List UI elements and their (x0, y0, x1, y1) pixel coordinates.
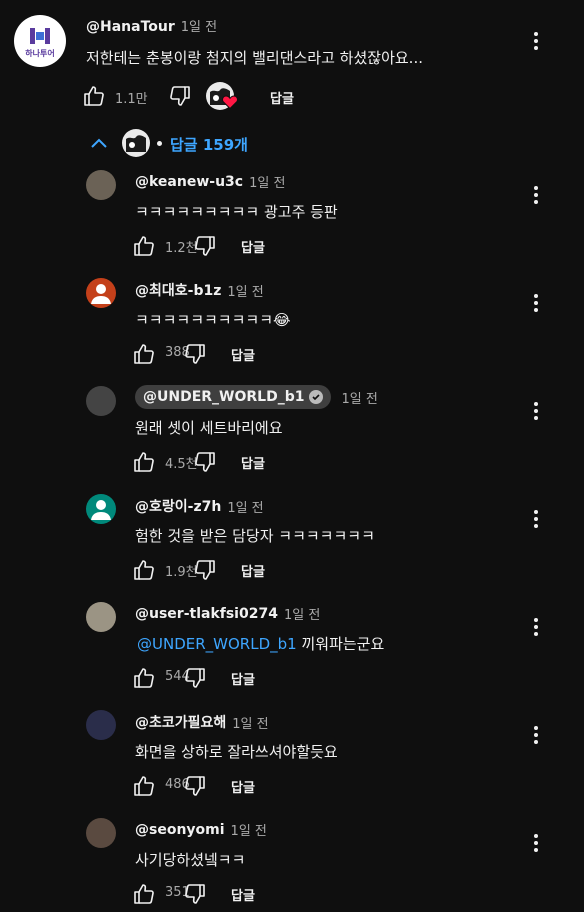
dislike-icon[interactable] (193, 234, 217, 258)
hanatour-logo-text: 하나투어 (25, 49, 55, 58)
reply-button[interactable]: 답글 (231, 885, 255, 904)
reply-text: 사기당하셨넼ㅋㅋ (135, 849, 245, 870)
like-icon[interactable] (132, 882, 156, 906)
reply-text: 화면을 상하로 잘라쓰셔야할듯요 (135, 741, 338, 762)
reply-author[interactable]: @user-tlakfsi0274 (135, 606, 278, 622)
reply-text-body: 험한 것을 받은 담당자 ㅋㅋㅋㅋㅋㅋㅋ (135, 527, 375, 545)
reply-avatar[interactable] (86, 710, 116, 740)
reply-time[interactable]: 1일 전 (231, 820, 267, 839)
reply-avatar[interactable] (86, 494, 116, 524)
reply-time[interactable]: 1일 전 (227, 281, 263, 300)
reply-text: 원래 셋이 세트바리에요 (135, 417, 283, 438)
reply-author[interactable]: @최대호-b1z (135, 280, 221, 300)
like-icon[interactable] (132, 558, 156, 582)
reply-text-body: ㅋㅋㅋㅋㅋㅋㅋㅋㅋㅋ😂 (135, 311, 291, 329)
reply-time[interactable]: 1일 전 (249, 172, 285, 191)
dislike-icon[interactable] (183, 666, 207, 690)
reply-author[interactable]: @호랑이-z7h (135, 496, 221, 516)
reply-author[interactable]: @UNDER_WORLD_b1 (143, 389, 304, 405)
dislike-icon[interactable] (193, 558, 217, 582)
like-icon[interactable] (132, 774, 156, 798)
reply-header: @keanew-u3c 1일 전 (135, 172, 285, 192)
reply-text-body: 끼워파는군요 (301, 635, 385, 653)
reply-time[interactable]: 1일 전 (232, 713, 268, 732)
top-comment-header: @HanaTour 1일 전 (86, 16, 217, 35)
like-icon[interactable] (82, 84, 106, 108)
like-count: 1.1만 (115, 92, 148, 107)
channel-owner-chip[interactable]: @UNDER_WORLD_b1 (135, 385, 332, 409)
more-actions-button[interactable] (526, 399, 546, 423)
reply-text-body: 사기당하셨넼ㅋㅋ (135, 851, 246, 869)
reply-avatar[interactable] (86, 386, 116, 416)
dislike-icon[interactable] (183, 342, 207, 366)
reply-text: ㅋㅋㅋㅋㅋㅋㅋㅋㅋㅋ😂 (135, 309, 291, 330)
more-actions-button[interactable] (526, 183, 546, 207)
like-icon[interactable] (132, 450, 156, 474)
reply-button[interactable]: 답글 (270, 88, 294, 107)
reply-text-body: 화면을 상하로 잘라쓰셔야할듯요 (135, 743, 338, 761)
like-icon[interactable] (132, 342, 156, 366)
mention-link[interactable]: @UNDER_WORLD_b1 (137, 635, 297, 653)
hanatour-logo (30, 28, 50, 44)
reply-button[interactable]: 답글 (231, 777, 255, 796)
verified-check-icon (309, 390, 324, 404)
reply-header: @user-tlakfsi0274 1일 전 (135, 604, 320, 624)
like-icon[interactable] (132, 234, 156, 258)
reply-time[interactable]: 1일 전 (227, 497, 263, 516)
reply-text: @UNDER_WORLD_b1 끼워파는군요 (137, 633, 384, 654)
reply-text: ㅋㅋㅋㅋㅋㅋㅋㅋㅋ 광고주 등판 (135, 201, 338, 222)
reply-text-body: 원래 셋이 세트바리에요 (135, 419, 283, 437)
dislike-icon[interactable] (193, 450, 217, 474)
reply-author[interactable]: @초코가필요해 (135, 712, 226, 732)
reply-author[interactable]: @keanew-u3c (135, 174, 243, 190)
reply-button[interactable]: 답글 (241, 453, 265, 472)
reply-header: @최대호-b1z 1일 전 (135, 280, 264, 300)
hanatour-avatar[interactable]: 하나투어 (14, 15, 66, 67)
replies-toggle-button[interactable]: 답글 159개 (170, 134, 248, 155)
dislike-icon[interactable] (183, 774, 207, 798)
dislike-icon[interactable] (168, 84, 192, 108)
reply-avatar[interactable] (86, 278, 116, 308)
reply-button[interactable]: 답글 (231, 345, 255, 364)
reply-time[interactable]: 1일 전 (284, 604, 320, 623)
reply-avatar[interactable] (86, 602, 116, 632)
reply-button[interactable]: 답글 (231, 669, 255, 688)
comment-author[interactable]: @HanaTour (86, 19, 175, 35)
comment-text: 저한테는 춘봉이랑 첨지의 밸리댄스라고 하셨잖아요... (86, 49, 423, 67)
reply-text-body: ㅋㅋㅋㅋㅋㅋㅋㅋㅋ 광고주 등판 (135, 203, 338, 221)
reply-author[interactable]: @seonyomi (135, 822, 225, 838)
reply-avatar[interactable] (86, 818, 116, 848)
more-actions-button[interactable] (526, 291, 546, 315)
more-actions-button[interactable] (526, 507, 546, 531)
reply-text: 험한 것을 받은 담당자 ㅋㅋㅋㅋㅋㅋㅋ (135, 525, 375, 546)
comment-time[interactable]: 1일 전 (181, 16, 217, 35)
reply-button[interactable]: 답글 (241, 237, 265, 256)
creator-reply-avatar (122, 129, 150, 157)
chevron-up-icon[interactable] (90, 137, 108, 149)
reply-header: @UNDER_WORLD_b1 1일 전 (135, 385, 378, 409)
dislike-icon[interactable] (183, 882, 207, 906)
reply-button[interactable]: 답글 (241, 561, 265, 580)
more-actions-button[interactable] (526, 29, 546, 53)
more-actions-button[interactable] (526, 831, 546, 855)
reply-avatar[interactable] (86, 170, 116, 200)
reply-header: @seonyomi 1일 전 (135, 820, 267, 840)
more-actions-button[interactable] (526, 615, 546, 639)
creator-heart-icon (222, 95, 238, 109)
more-actions-button[interactable] (526, 723, 546, 747)
like-icon[interactable] (132, 666, 156, 690)
reply-time[interactable]: 1일 전 (341, 388, 377, 407)
reply-header: @호랑이-z7h 1일 전 (135, 496, 264, 516)
bullet-separator (157, 141, 162, 146)
reply-header: @초코가필요해 1일 전 (135, 712, 269, 732)
